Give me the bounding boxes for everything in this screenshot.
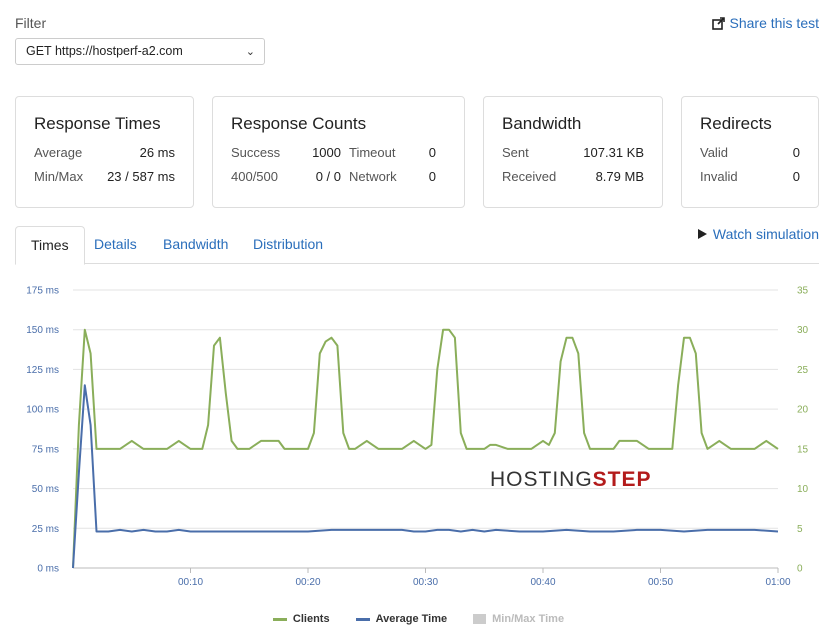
card-title: Redirects	[700, 114, 772, 133]
legend-swatch	[473, 614, 487, 624]
y-right-tick-label: 15	[797, 444, 809, 455]
watermark-logo: HOSTINGSTEP	[490, 468, 652, 491]
filter-select[interactable]: GET https://hostperf-a2.com ⌄	[15, 38, 265, 65]
card-title: Response Counts	[231, 114, 367, 133]
y-right-tick-label: 5	[797, 524, 803, 535]
series-line-average-time	[72, 384, 779, 569]
share-link[interactable]: Share this test	[711, 15, 820, 31]
x-tick-label: 00:40	[530, 577, 555, 588]
y-right-tick-label: 25	[797, 365, 809, 376]
minmax-value: 23 / 587 ms	[107, 169, 175, 184]
average-value: 26 ms	[139, 145, 175, 160]
watch-simulation-label: Watch simulation	[712, 226, 819, 242]
y-left-tick-label: 175 ms	[26, 286, 59, 297]
response-times-chart: 0 ms 25 ms 50 ms 75 ms 100 ms 125 ms 150 ms 175…	[26, 286, 809, 589]
legend-label: Clients	[292, 613, 330, 625]
y-right-tick-label: 10	[797, 484, 809, 495]
y-right-tick-label: 0	[797, 564, 803, 575]
play-icon	[697, 229, 707, 239]
legend-swatch	[272, 617, 287, 621]
tab-details[interactable]: Details	[79, 226, 152, 264]
legend-swatch	[355, 617, 370, 621]
legend-item-clients[interactable]: Clients	[272, 613, 330, 625]
chevron-down-icon: ⌄	[245, 46, 255, 58]
network-value: 0	[428, 169, 436, 184]
x-tick-label: 00:30	[413, 577, 438, 588]
legend-item-average-time[interactable]: Average Time	[355, 613, 448, 625]
tab-times[interactable]: Times	[15, 226, 85, 265]
valid-value: 0	[792, 145, 800, 160]
share-label: Share this test	[729, 15, 820, 31]
error-label: 400/500	[231, 169, 278, 184]
card-title: Bandwidth	[502, 114, 582, 133]
y-left-tick-label: 150 ms	[26, 325, 59, 336]
filter-label: Filter	[15, 15, 47, 31]
x-tick-label: 01:00	[765, 577, 790, 588]
response-counts-card: Response Counts Success 1000 Timeout 0 4…	[212, 96, 465, 208]
y-left-tick-label: 100 ms	[26, 405, 59, 416]
share-icon	[711, 16, 725, 30]
bandwidth-card: Bandwidth Sent 107.31 KB Received 8.79 M…	[483, 96, 663, 208]
success-label: Success	[231, 145, 281, 160]
tab-distribution[interactable]: Distribution	[238, 226, 338, 264]
legend-label: Min/Max Time	[492, 613, 565, 625]
received-value: 8.79 MB	[595, 169, 644, 184]
y-left-tick-label: 125 ms	[26, 365, 59, 376]
success-value: 1000	[312, 145, 341, 160]
received-label: Received	[502, 169, 557, 184]
valid-label: Valid	[700, 145, 728, 160]
card-title: Response Times	[34, 114, 161, 133]
legend-item-min-max-time[interactable]: Min/Max Time	[473, 613, 564, 625]
tab-bandwidth[interactable]: Bandwidth	[148, 226, 243, 264]
x-tick-label: 00:20	[295, 577, 320, 588]
redirects-card: Redirects Valid 0 Invalid 0	[681, 96, 819, 208]
y-right-tick-label: 20	[797, 405, 809, 416]
x-tick-label: 00:10	[178, 577, 203, 588]
error-value: 0 / 0	[315, 169, 341, 184]
y-right-tick-label: 35	[797, 286, 809, 297]
filter-select-value: GET https://hostperf-a2.com	[26, 44, 183, 58]
y-left-tick-label: 75 ms	[32, 444, 59, 455]
timeout-label: Timeout	[349, 145, 396, 160]
timeout-value: 0	[428, 145, 436, 160]
response-times-card: Response Times Average 26 ms Min/Max 23 …	[15, 96, 194, 208]
y-left-tick-label: 50 ms	[32, 484, 59, 495]
y-left-tick-label: 25 ms	[32, 524, 59, 535]
sent-label: Sent	[502, 145, 529, 160]
y-right-tick-label: 30	[797, 325, 809, 336]
invalid-label: Invalid	[700, 169, 738, 184]
average-label: Average	[34, 145, 83, 160]
invalid-value: 0	[792, 169, 800, 184]
y-left-tick-label: 0 ms	[37, 564, 59, 575]
legend-label: Average Time	[375, 613, 448, 625]
watch-simulation-link[interactable]: Watch simulation	[697, 226, 819, 242]
minmax-label: Min/Max	[34, 169, 84, 184]
x-tick-label: 00:50	[648, 577, 673, 588]
network-label: Network	[349, 169, 397, 184]
chart-legend: Clients Average Time Min/Max Time	[0, 613, 837, 625]
sent-value: 107.31 KB	[583, 145, 644, 160]
